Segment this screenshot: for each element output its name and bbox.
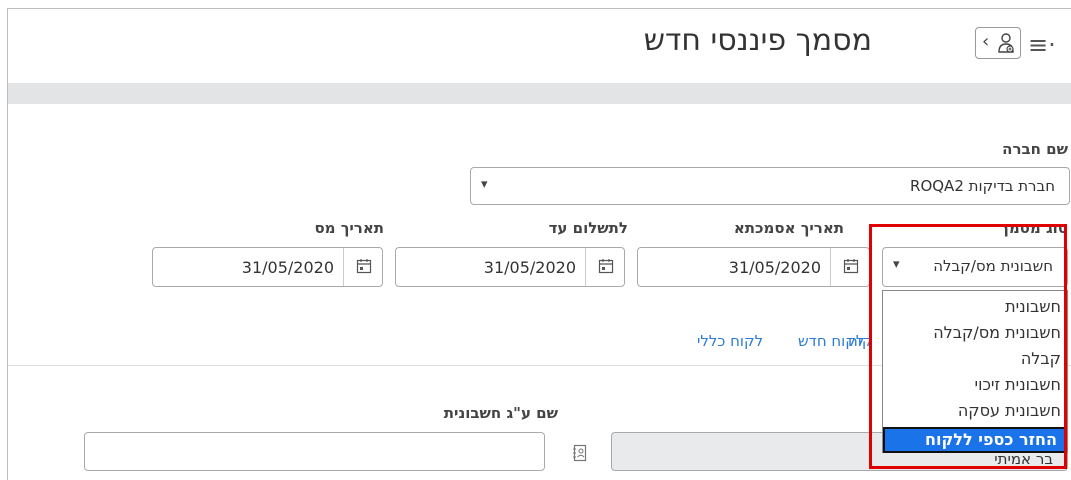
- calendar-icon[interactable]: [356, 258, 372, 274]
- general-customer-link[interactable]: לקוח כללי: [697, 332, 763, 350]
- contact-card-icon[interactable]: [573, 444, 587, 462]
- tax-date-label: תאריך מס: [314, 219, 384, 237]
- person-add-icon: [998, 33, 1014, 53]
- due-date-value: 31/05/2020: [483, 258, 576, 277]
- invoice-name-input[interactable]: [84, 432, 545, 471]
- divider: [343, 248, 344, 286]
- divider: [585, 248, 586, 286]
- hamburger-menu-icon[interactable]: ≡·: [1028, 31, 1056, 59]
- page-title: מסמך פיננסי חדש: [643, 23, 872, 58]
- company-value: חברת בדיקות ROQA2: [910, 177, 1055, 195]
- tax-date-value: 31/05/2020: [241, 258, 334, 277]
- ref-date-field[interactable]: 31/05/2020: [637, 247, 870, 287]
- company-label: שם חברה: [1002, 140, 1068, 158]
- new-customer-link[interactable]: לקוח חדש: [798, 332, 864, 350]
- due-date-field[interactable]: 31/05/2020: [395, 247, 625, 287]
- ref-date-label: תאריך אסמכתא: [733, 219, 844, 237]
- ref-date-value: 31/05/2020: [728, 258, 821, 277]
- calendar-icon[interactable]: [598, 258, 614, 274]
- chevron-left-icon: ‹: [982, 31, 990, 52]
- divider: [830, 248, 831, 286]
- chevron-down-icon: ▾: [481, 177, 488, 192]
- tax-date-field[interactable]: 31/05/2020: [152, 247, 383, 287]
- invoice-name-label: שם ע"ג חשבונית: [443, 404, 558, 422]
- due-date-label: לתשלום עד: [548, 219, 628, 237]
- customer-button[interactable]: ‹: [975, 27, 1021, 59]
- calendar-icon[interactable]: [843, 258, 859, 274]
- toolbar-strip: [8, 83, 1071, 104]
- annotation-highlight-box: [869, 224, 1067, 469]
- app-frame: מסמך פיננסי חדש ‹ ≡· שם חברה חברת בדיקות…: [7, 8, 1071, 480]
- top-bar: מסמך פיננסי חדש ‹ ≡·: [8, 9, 1071, 83]
- company-select[interactable]: חברת בדיקות ROQA2 ▾: [470, 167, 1070, 205]
